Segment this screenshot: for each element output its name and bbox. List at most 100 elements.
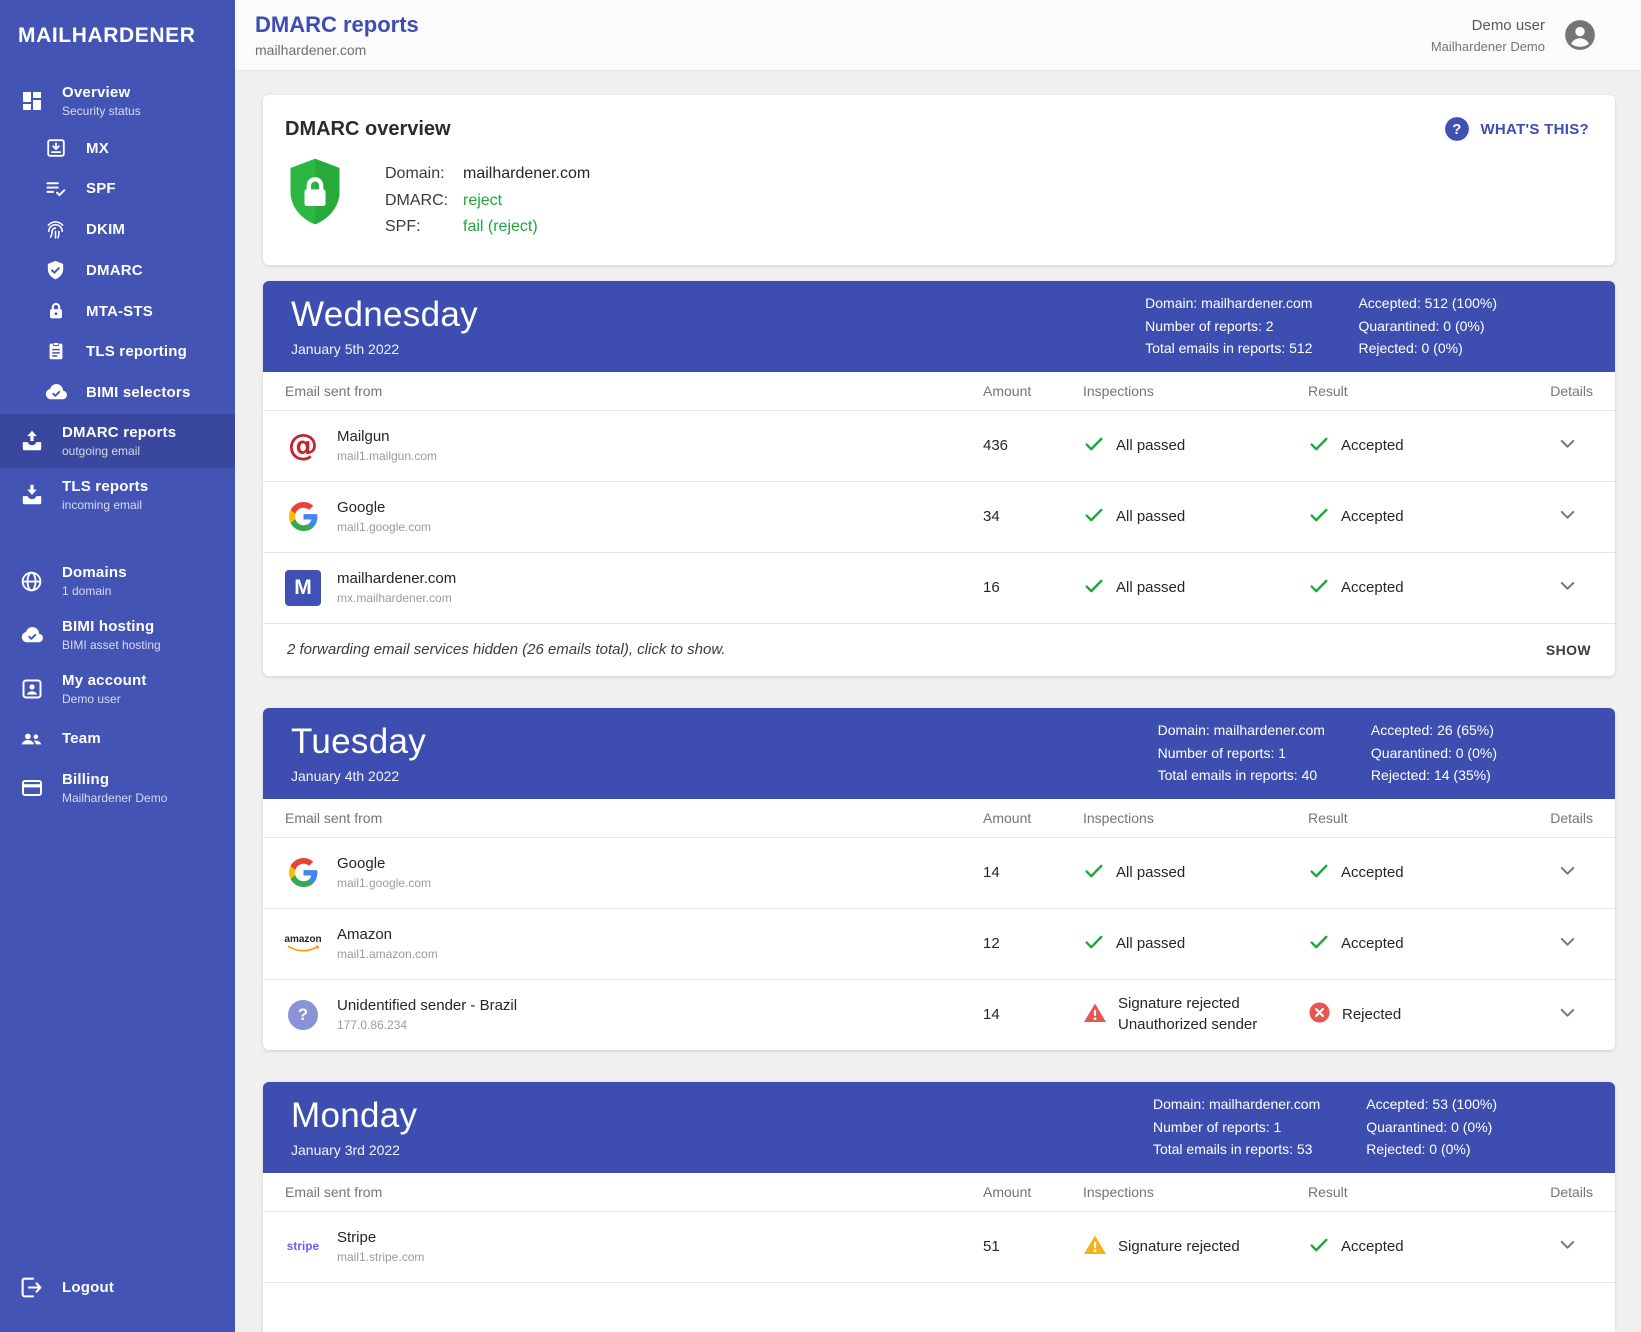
- sidebar-item-bimi-selectors[interactable]: BIMI selectors: [0, 371, 235, 414]
- details-toggle[interactable]: [1556, 1233, 1579, 1261]
- sidebar-item-dkim[interactable]: DKIM: [0, 209, 235, 250]
- inspection-line: Unauthorized sender: [1118, 1016, 1257, 1034]
- sender-domain: mail1.stripe.com: [337, 1250, 424, 1264]
- sidebar-item-sublabel: Security status: [62, 104, 141, 118]
- logout-icon: [18, 1275, 45, 1300]
- inspections-cell: All passed: [1083, 433, 1308, 459]
- amazon-icon: amazon: [285, 935, 321, 953]
- details-toggle[interactable]: [1556, 859, 1579, 887]
- sidebar-item-my-account[interactable]: My accountDemo user: [0, 662, 235, 716]
- check-icon: [1083, 931, 1105, 957]
- check-icon: [1083, 860, 1105, 886]
- day-date: January 5th 2022: [291, 341, 478, 357]
- sidebar-item-spf[interactable]: SPF: [0, 168, 235, 209]
- day-stats-totals: Domain: mailhardener.comNumber of report…: [1153, 1093, 1320, 1161]
- inspection-line: Signature rejected: [1118, 1238, 1240, 1256]
- details-cell: [1513, 432, 1593, 460]
- inspection-lines: Signature rejected: [1118, 1238, 1240, 1256]
- sidebar-item-bimi-hosting[interactable]: BIMI hostingBIMI asset hosting: [0, 608, 235, 662]
- sender-cell: Googlemail1.google.com: [285, 855, 983, 890]
- inbox-up-icon: [18, 428, 45, 454]
- column-header-amount: Amount: [983, 810, 1083, 826]
- stat-line: Accepted: 512 (100%): [1358, 292, 1497, 315]
- chevron-down-icon: [1556, 940, 1579, 957]
- sidebar-item-label: BIMI hosting: [62, 618, 161, 635]
- sidebar-item-text: Team: [62, 730, 101, 747]
- sidebar-item-label: Overview: [62, 84, 141, 101]
- table-row: Googlemail1.google.com34All passedAccept…: [263, 481, 1615, 552]
- day-stats-totals: Domain: mailhardener.comNumber of report…: [1158, 719, 1325, 787]
- sender-cell: Googlemail1.google.com: [285, 499, 983, 534]
- svg-text:?: ?: [1453, 122, 1462, 138]
- details-toggle[interactable]: [1556, 574, 1579, 602]
- result-cell: Accepted: [1308, 575, 1513, 601]
- chevron-down-icon: [1556, 584, 1579, 601]
- sidebar-item-sublabel: 1 domain: [62, 584, 127, 598]
- google-icon: [285, 858, 321, 887]
- sidebar-item-domains[interactable]: Domains 1 domain: [0, 554, 235, 608]
- result-cell: Accepted: [1308, 931, 1513, 957]
- inspection-line: All passed: [1116, 437, 1185, 455]
- sender-text: mailhardener.commx.mailhardener.com: [337, 570, 456, 605]
- column-header-result: Result: [1308, 383, 1513, 399]
- details-toggle[interactable]: [1556, 930, 1579, 958]
- sender-domain: mail1.google.com: [337, 876, 431, 890]
- sidebar-item-label: Domains: [62, 564, 127, 581]
- details-cell: [1513, 1001, 1593, 1029]
- details-toggle[interactable]: [1556, 432, 1579, 460]
- whats-this-link[interactable]: ? WHAT'S THIS?: [1444, 116, 1589, 142]
- show-button[interactable]: SHOW: [1546, 642, 1591, 658]
- avatar[interactable]: [1563, 18, 1597, 52]
- result-cell: Accepted: [1308, 433, 1513, 459]
- stat-line: Total emails in reports: 512: [1145, 337, 1312, 360]
- stat-line: Rejected: 0 (0%): [1366, 1138, 1497, 1161]
- cloud-check-icon: [18, 623, 45, 648]
- sidebar-item-dmarc[interactable]: DMARC: [0, 250, 235, 291]
- sender-text: Mailgunmail1.mailgun.com: [337, 428, 437, 463]
- sender-name: Mailgun: [337, 428, 437, 445]
- day-stats-results: Accepted: 53 (100%)Quarantined: 0 (0%)Re…: [1366, 1093, 1497, 1161]
- inspection-lines: All passed: [1116, 508, 1185, 526]
- sidebar-item-team[interactable]: Team: [0, 716, 235, 761]
- globe-icon: [18, 569, 45, 594]
- details-toggle[interactable]: [1556, 1001, 1579, 1029]
- sidebar-item-billing[interactable]: BillingMailhardener Demo: [0, 761, 235, 815]
- details-toggle[interactable]: [1556, 503, 1579, 531]
- google-icon: [285, 502, 321, 531]
- day-table: Email sent fromAmountInspectionsResultDe…: [263, 1173, 1615, 1332]
- sender-name: mailhardener.com: [337, 570, 456, 587]
- check-icon: [1083, 575, 1105, 601]
- sidebar-item-sublabel: Mailhardener Demo: [62, 791, 167, 805]
- table-header-row: Email sent fromAmountInspectionsResultDe…: [263, 1173, 1615, 1211]
- day-header: WednesdayJanuary 5th 2022Domain: mailhar…: [263, 281, 1615, 372]
- mailhardener-icon: M: [285, 570, 321, 606]
- check-icon: [1308, 504, 1330, 530]
- top-bar: DMARC reports mailhardener.com Demo user…: [235, 0, 1641, 71]
- amount-cell: 51: [983, 1238, 1083, 1255]
- inspection-line: All passed: [1116, 508, 1185, 526]
- inspections-cell: All passed: [1083, 575, 1308, 601]
- sidebar-item-mta-sts[interactable]: MTA-STS: [0, 291, 235, 331]
- chevron-down-icon: [1556, 442, 1579, 459]
- inspections-cell: All passed: [1083, 931, 1308, 957]
- column-header-result: Result: [1308, 810, 1513, 826]
- sidebar-item-text: SPF: [86, 180, 116, 197]
- sender-domain: mail1.google.com: [337, 520, 431, 534]
- sidebar-item-overview[interactable]: Overview Security status: [0, 74, 235, 128]
- sidebar-item-tls-reports[interactable]: TLS reportsincoming email: [0, 468, 235, 522]
- day-card-monday: MondayJanuary 3rd 2022Domain: mailharden…: [263, 1082, 1615, 1332]
- column-header-details: Details: [1513, 1184, 1593, 1200]
- result-text: Accepted: [1341, 437, 1404, 454]
- stat-line: Number of reports: 2: [1145, 315, 1312, 338]
- sidebar-item-mx[interactable]: MX: [0, 128, 235, 168]
- sidebar-item-dmarc-reports[interactable]: DMARC reportsoutgoing email: [0, 414, 235, 468]
- column-header-amount: Amount: [983, 383, 1083, 399]
- sidebar-item-tls-reporting[interactable]: TLS reporting: [0, 331, 235, 371]
- table-row: ?Unidentified sender - Brazil177.0.86.23…: [263, 979, 1615, 1050]
- column-header-sender: Email sent from: [285, 1184, 983, 1200]
- day-title-block: TuesdayJanuary 4th 2022: [291, 722, 426, 784]
- person-card-icon: [18, 677, 45, 701]
- logout-button[interactable]: Logout: [0, 1265, 235, 1310]
- inspection-lines: All passed: [1116, 935, 1185, 953]
- amount-cell: 34: [983, 508, 1083, 525]
